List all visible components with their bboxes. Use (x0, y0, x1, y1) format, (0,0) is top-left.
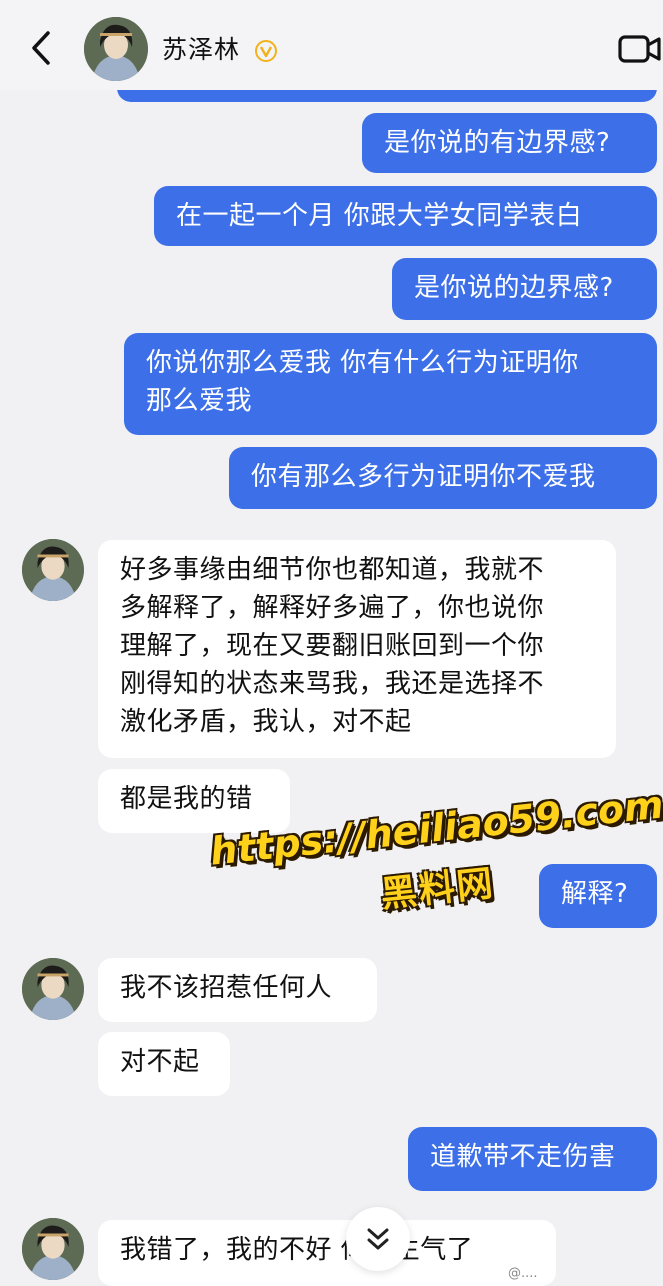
chevron-left-icon (32, 31, 50, 65)
chat-header: 苏泽林 (0, 0, 663, 90)
scroll-to-bottom-button[interactable] (346, 1207, 410, 1271)
message-bubble-received[interactable]: 我不该招惹任何人 (98, 958, 377, 1022)
contact-avatar[interactable] (22, 539, 84, 601)
footer-watermark: @.... (508, 1266, 538, 1281)
message-bubble-sent[interactable]: 是你说的边界感? (392, 258, 657, 320)
message-bubble-sent[interactable]: 是你说的有边界感? (362, 113, 657, 173)
watermark-name: 黑料网 (378, 863, 497, 916)
v-badge-icon (255, 40, 277, 62)
message-bubble-sent[interactable]: 在一起一个月 你跟大学女同学表白 (154, 186, 657, 246)
message-bubble-sent[interactable]: 你说你那么爱我 你有什么行为证明你 那么爱我 (124, 333, 657, 435)
contact-avatar[interactable] (22, 958, 84, 1020)
contact-name[interactable]: 苏泽林 (162, 30, 240, 66)
contact-avatar[interactable] (22, 1218, 84, 1280)
back-button[interactable] (26, 28, 60, 68)
message-bubble-sent[interactable]: 解释? (539, 864, 657, 928)
contact-avatar[interactable] (84, 17, 148, 81)
message-bubble-sent[interactable]: 你有那么多行为证明你不爱我 (229, 447, 657, 509)
message-bubble-received[interactable]: 我错了，我的不好 你别生气了 (98, 1220, 556, 1286)
message-bubble-received[interactable]: 好多事缘由细节你也都知道，我就不 多解释了，解释好多遍了，你也说你 理解了，现在… (98, 540, 616, 758)
message-bubble-sent[interactable]: 道歉带不走伤害 (408, 1127, 657, 1191)
video-camera-icon[interactable] (618, 33, 662, 65)
message-bubble-received[interactable]: 对不起 (98, 1032, 230, 1096)
double-chevron-down-icon (367, 1228, 389, 1250)
